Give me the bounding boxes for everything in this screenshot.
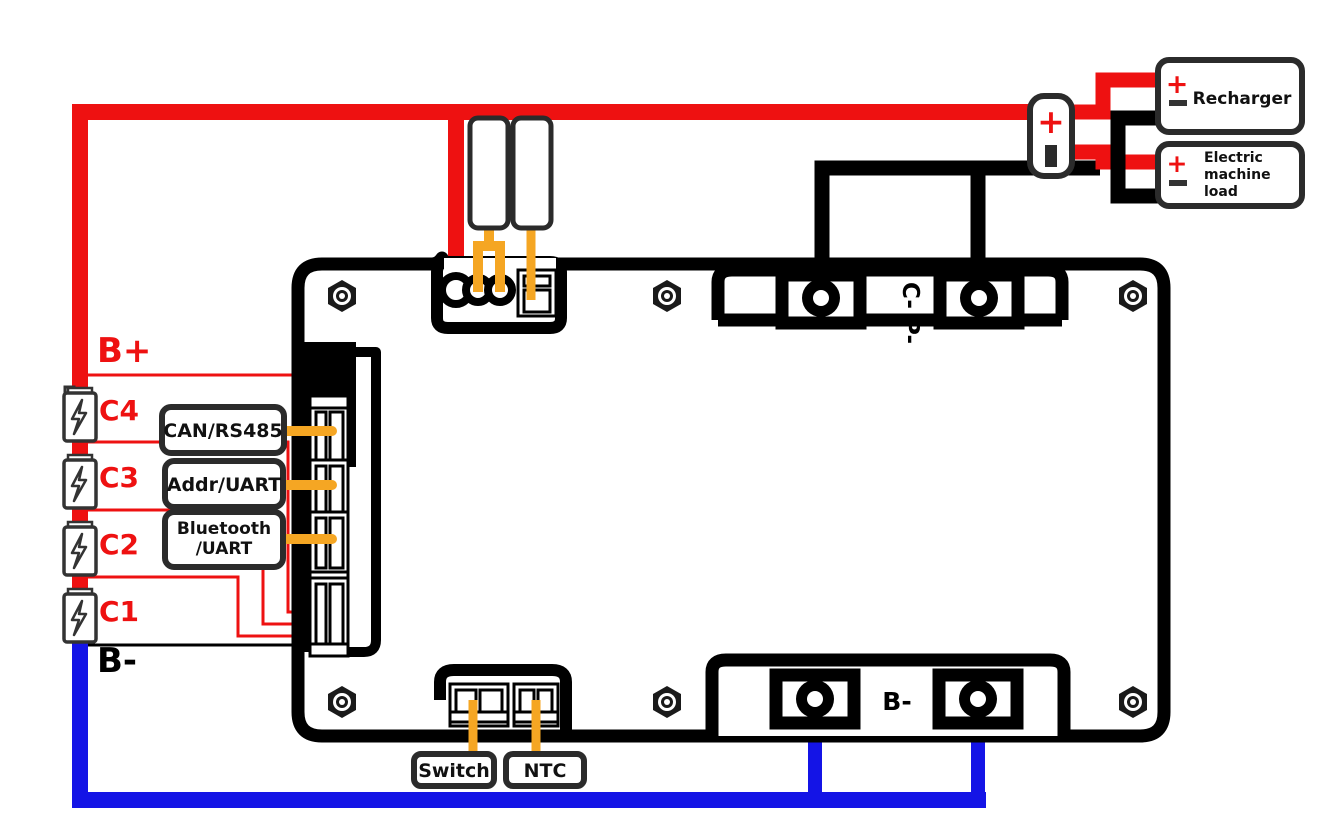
battery-polarity-symbol: + (1027, 93, 1075, 179)
cell-label-c2: C2 (99, 528, 139, 561)
connector-bluetooth-uart (308, 510, 350, 586)
terminal-c-minus (933, 268, 1025, 330)
terminal-label-c-minus: C- (897, 282, 923, 309)
connector-balance-leads (308, 576, 350, 658)
cell-label-c1: C1 (99, 595, 139, 628)
label-box-can-rs485: CAN/RS485 (159, 404, 287, 456)
wire-external-loads (1068, 72, 1160, 204)
recharger-minus-sign (1169, 100, 1187, 106)
label-load-line2: machine (1204, 167, 1271, 183)
label-ntc: NTC (524, 760, 567, 782)
terminal-label-b-minus: B- (882, 687, 911, 716)
external-box-recharger: + Recharger (1155, 57, 1305, 135)
cell-c3 (62, 453, 98, 510)
diagram-canvas: C- P- B- C4 C3 C2 C1 B+ B- CAN/RS485 Add… (0, 0, 1343, 839)
label-recharger: Recharger (1193, 89, 1292, 109)
label-box-ntc: NTC (503, 751, 587, 789)
bms-board: C- P- B- (291, 251, 1171, 743)
label-b-plus: B+ (97, 331, 151, 371)
label-addr-uart: Addr/UART (167, 474, 282, 496)
battery-symbol-plus: + (1037, 102, 1065, 141)
external-box-electric-load: + Electric machine load (1155, 141, 1305, 209)
cell-c4 (62, 385, 98, 443)
connector-thermal-sensor (516, 268, 558, 318)
label-box-bluetooth-uart: Bluetooth /UART (162, 509, 286, 570)
cell-c1 (62, 587, 98, 644)
bms-wiring-diagram: C- P- B- C4 C3 C2 C1 B+ B- CAN/RS485 Add… (62, 57, 1305, 808)
label-b-minus: B- (97, 641, 137, 681)
load-plus-sign: + (1167, 149, 1188, 178)
recharger-plus-sign: + (1166, 69, 1189, 100)
connector-switch (448, 682, 510, 728)
terminal-b-minus-left (769, 668, 861, 730)
cell-c2 (62, 520, 98, 577)
battery-pack: C4 C3 C2 C1 B+ B- (62, 331, 151, 681)
load-minus-sign (1169, 180, 1187, 186)
label-can-rs485: CAN/RS485 (163, 420, 282, 442)
cell-label-c4: C4 (99, 394, 139, 427)
label-load-line3: load (1204, 184, 1238, 200)
terminal-p-minus (775, 268, 867, 330)
terminal-b-minus-right (932, 668, 1024, 730)
label-load-line1: Electric (1204, 150, 1263, 166)
label-bluetooth-uart-line1: Bluetooth (177, 519, 271, 539)
battery-symbol-minus (1045, 145, 1057, 167)
label-switch: Switch (418, 760, 490, 782)
label-box-addr-uart: Addr/UART (162, 458, 286, 510)
cell-label-c3: C3 (99, 461, 139, 494)
label-box-switch: Switch (411, 751, 497, 789)
terminal-label-p-minus: P- (897, 318, 923, 344)
label-bluetooth-uart-line2: /UART (196, 539, 253, 559)
